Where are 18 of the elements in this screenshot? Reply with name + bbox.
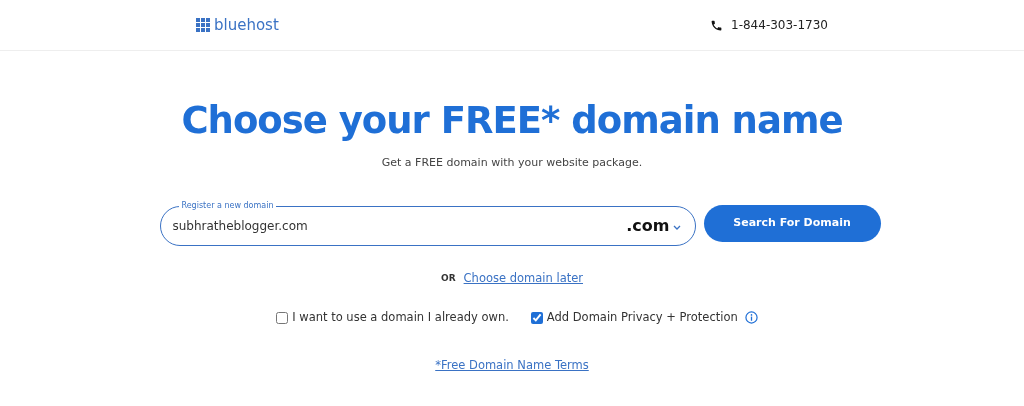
extension-dropdown[interactable]: .com <box>626 214 670 238</box>
logo-icon <box>196 18 210 32</box>
chevron-icon <box>672 224 681 231</box>
phone-icon <box>710 18 723 32</box>
page-title: Choose your FREE* domain name <box>181 98 843 144</box>
info-icon[interactable] <box>744 311 758 325</box>
checkbox[interactable] <box>276 311 289 324</box>
checkbox[interactable] <box>530 311 543 324</box>
logo-text: bluehost <box>214 14 279 36</box>
choose-later-link[interactable]: Choose domain later <box>463 270 583 288</box>
option-label: I want to use a domain I already own. <box>292 309 509 327</box>
search-button[interactable]: Search For Domain <box>703 205 881 242</box>
phone-number: 1-844-303-1730 <box>731 17 828 34</box>
terms-link[interactable]: *Free Domain Name Terms <box>435 356 589 374</box>
field-label: Register a new domain <box>180 201 275 211</box>
subtitle: Get a FREE domain with your website package. <box>381 154 643 171</box>
option-label: Add Domain Privacy + Protection <box>546 309 738 327</box>
or-text: OR <box>441 271 456 285</box>
